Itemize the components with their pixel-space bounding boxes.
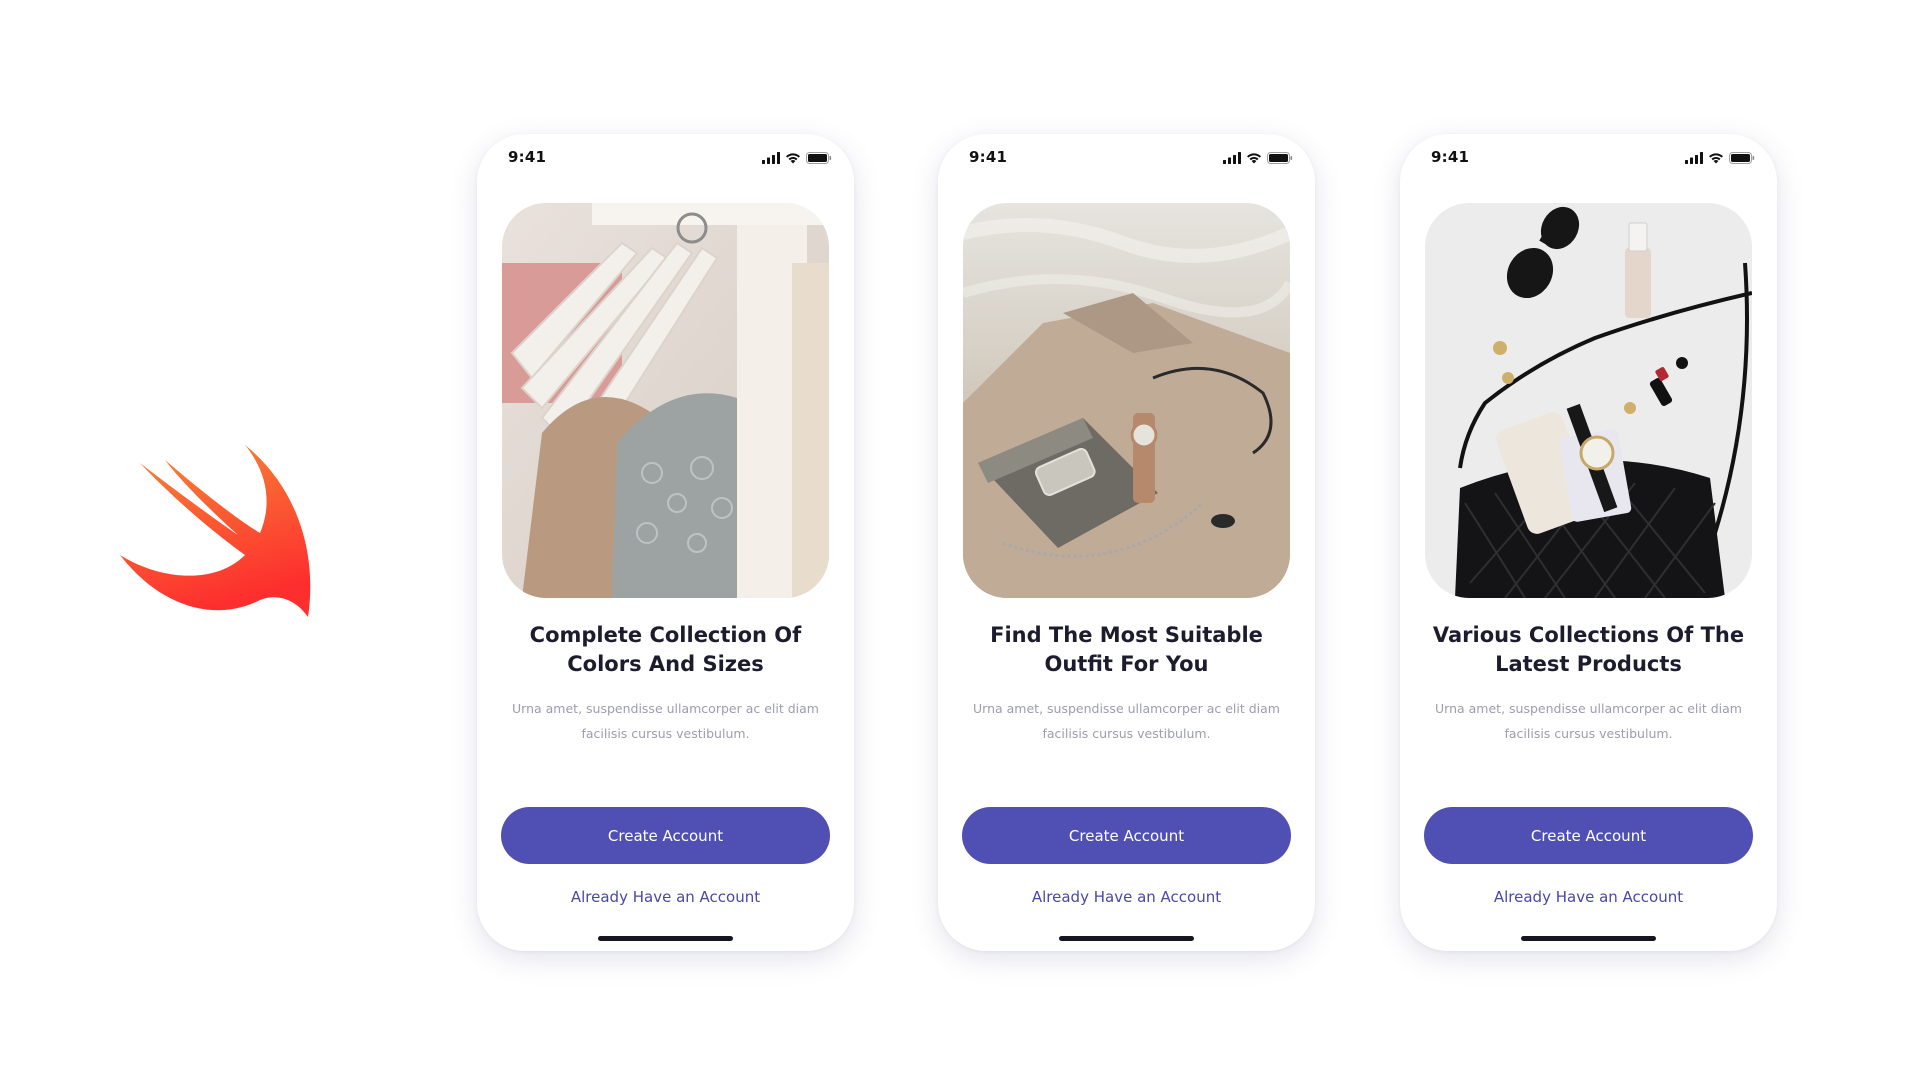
title-line: Find The Most Suitable [990, 623, 1263, 647]
title-line: Latest Products [1495, 652, 1682, 676]
swift-logo-icon [120, 445, 311, 617]
title-line: Complete Collection Of [529, 623, 802, 647]
status-icons [1685, 151, 1755, 165]
hero-image-bag-watch [963, 203, 1290, 598]
onboarding-title: Various Collections Of The Latest Produc… [1430, 621, 1747, 679]
description-line: Urna amet, suspendisse ullamcorper ac el… [973, 701, 1280, 716]
hero-image-handbag-flatlay [1425, 203, 1752, 598]
already-have-account-link[interactable]: Already Have an Account [1424, 885, 1753, 909]
description-line: facilisis cursus vestibulum. [581, 726, 750, 741]
description-line: facilisis cursus vestibulum. [1042, 726, 1211, 741]
onboarding-description: Urna amet, suspendisse ullamcorper ac el… [1430, 696, 1747, 746]
wifi-icon [1247, 153, 1261, 164]
status-icons [1223, 151, 1293, 165]
home-indicator [1521, 936, 1656, 941]
wifi-icon [786, 153, 800, 164]
title-line: Outfit For You [1044, 652, 1209, 676]
cellular-signal-icon [1223, 152, 1241, 164]
phone-screen-3: 9:41 Various Collections Of The Latest P… [1400, 134, 1777, 951]
create-account-button[interactable]: Create Account [501, 807, 830, 864]
cellular-signal-icon [1685, 152, 1703, 164]
description-line: Urna amet, suspendisse ullamcorper ac el… [1435, 701, 1742, 716]
status-time: 9:41 [508, 148, 547, 166]
status-time: 9:41 [1431, 148, 1470, 166]
status-icons [762, 151, 832, 165]
onboarding-title: Complete Collection Of Colors And Sizes [507, 621, 824, 679]
cellular-signal-icon [762, 152, 780, 164]
hero-image-hangers [502, 203, 829, 598]
status-time: 9:41 [969, 148, 1008, 166]
canvas: 9:41 Complete Collection Of Colors And S… [0, 0, 1920, 1080]
onboarding-description: Urna amet, suspendisse ullamcorper ac el… [968, 696, 1285, 746]
already-have-account-link[interactable]: Already Have an Account [501, 885, 830, 909]
title-line: Various Collections Of The [1432, 623, 1745, 647]
phone-screen-1: 9:41 Complete Collection Of Colors And S… [477, 134, 854, 951]
battery-icon [1267, 152, 1293, 164]
create-account-button[interactable]: Create Account [962, 807, 1291, 864]
onboarding-title: Find The Most Suitable Outfit For You [968, 621, 1285, 679]
battery-icon [1729, 152, 1755, 164]
wifi-icon [1709, 153, 1723, 164]
status-bar: 9:41 [477, 134, 854, 184]
create-account-button[interactable]: Create Account [1424, 807, 1753, 864]
already-have-account-link[interactable]: Already Have an Account [962, 885, 1291, 909]
description-line: facilisis cursus vestibulum. [1504, 726, 1673, 741]
title-line: Colors And Sizes [567, 652, 764, 676]
status-bar: 9:41 [1400, 134, 1777, 184]
home-indicator [1059, 936, 1194, 941]
status-bar: 9:41 [938, 134, 1315, 184]
home-indicator [598, 936, 733, 941]
battery-icon [806, 152, 832, 164]
description-line: Urna amet, suspendisse ullamcorper ac el… [512, 701, 819, 716]
phone-screen-2: 9:41 Find The Most Suitable Outfit For Y… [938, 134, 1315, 951]
onboarding-description: Urna amet, suspendisse ullamcorper ac el… [507, 696, 824, 746]
